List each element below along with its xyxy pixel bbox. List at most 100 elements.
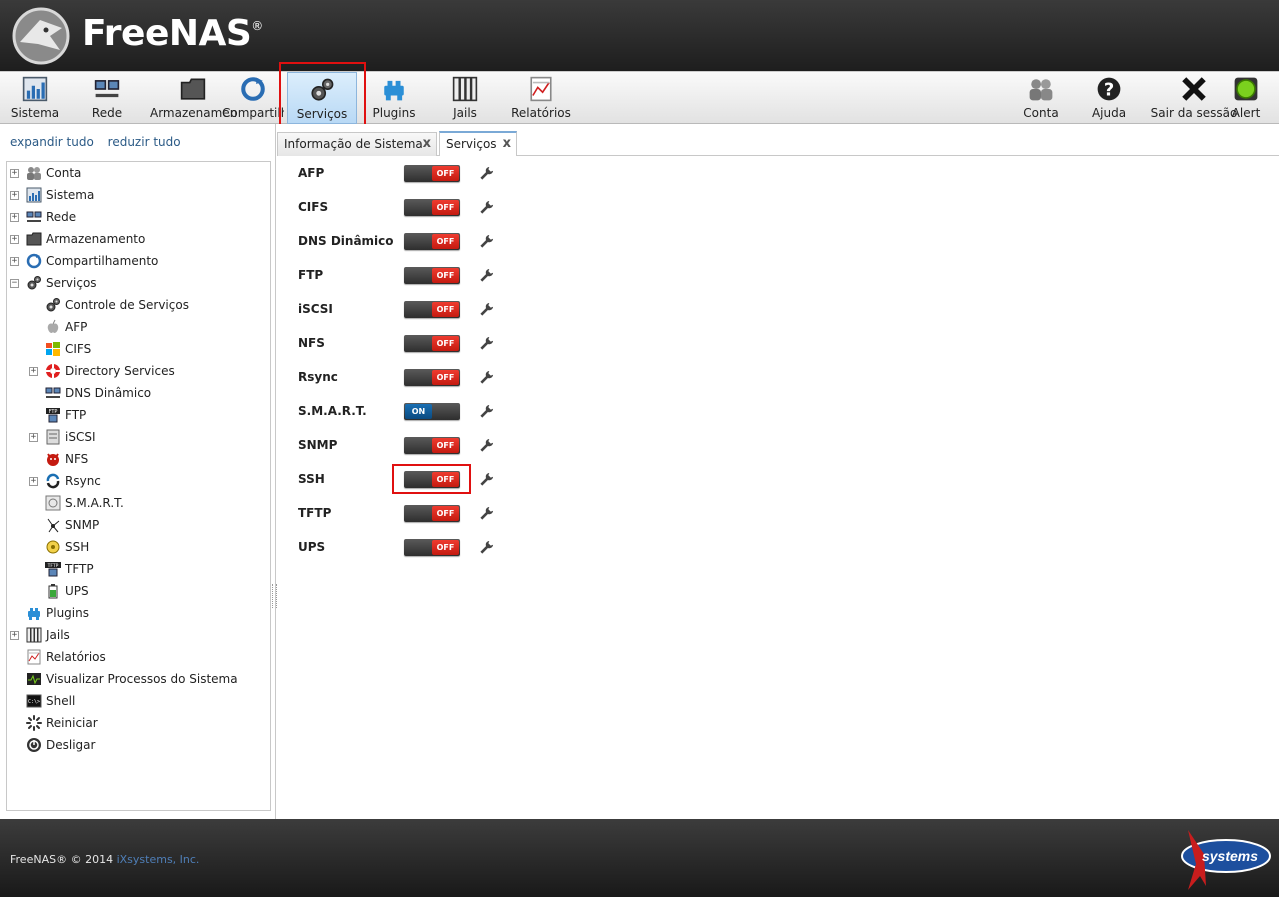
tree-item[interactable]: AFP [7, 317, 269, 337]
service-name: SSH [298, 472, 325, 486]
expand-toggle[interactable]: + [10, 191, 19, 200]
tree-item[interactable]: TFTP TFTP [7, 559, 269, 579]
tree-item[interactable]: FTP FTP [7, 405, 269, 425]
tree-item[interactable]: CIFS [7, 339, 269, 359]
wrench-icon[interactable] [479, 540, 494, 555]
wrench-icon[interactable] [479, 370, 494, 385]
service-toggle[interactable]: OFF [404, 301, 460, 318]
tree-item[interactable]: + Armazenamento [7, 229, 269, 249]
close-icon[interactable]: x [503, 133, 511, 155]
toolbar-alert-button[interactable]: Alert [1224, 72, 1268, 124]
tree-item[interactable]: Desligar [7, 735, 269, 755]
collapse-all-link[interactable]: reduzir tudo [108, 135, 181, 149]
tree-item[interactable]: + Sistema [7, 185, 269, 205]
wrench-icon[interactable] [479, 234, 494, 249]
service-toggle[interactable]: ON [404, 403, 460, 420]
main-toolbar: SistemaRedeArmazenamentoCompartilhamento… [0, 71, 1279, 124]
tree-item-label: Relatórios [46, 650, 106, 664]
tree-item[interactable]: + Directory Services [7, 361, 269, 381]
tree-item[interactable]: C:\> Shell [7, 691, 269, 711]
service-row: Rsync OFF [277, 367, 677, 389]
expand-toggle[interactable]: + [10, 169, 19, 178]
tab-informacao-de-sistema[interactable]: Informação de Sistema x [277, 132, 437, 156]
toolbar-sistema-button[interactable]: Sistema [4, 72, 66, 124]
tree-item-label: Sistema [46, 188, 95, 202]
service-toggle[interactable]: OFF [404, 471, 460, 488]
tree-item[interactable]: NFS [7, 449, 269, 469]
expand-toggle[interactable]: + [10, 213, 19, 222]
expand-toggle[interactable]: + [10, 235, 19, 244]
expand-all-link[interactable]: expandir tudo [10, 135, 94, 149]
service-toggle[interactable]: OFF [404, 437, 460, 454]
services-panel: AFP OFF CIFS OFF DNS Dinâmico OFF FTP OFF iSCSI O… [277, 156, 1279, 819]
tree-item[interactable]: + Compartilhamento [7, 251, 269, 271]
wrench-icon[interactable] [479, 166, 494, 181]
expand-toggle[interactable]: + [29, 433, 38, 442]
tree-item-label: DNS Dinâmico [65, 386, 152, 400]
gears-icon [311, 78, 334, 101]
tree-item[interactable]: Plugins [7, 603, 269, 623]
service-toggle[interactable]: OFF [404, 335, 460, 352]
service-toggle[interactable]: OFF [404, 199, 460, 216]
service-toggle[interactable]: OFF [404, 369, 460, 386]
jail-icon [452, 76, 478, 102]
tree-item-label: TFTP [65, 562, 94, 576]
service-toggle[interactable]: OFF [404, 505, 460, 522]
wrench-icon[interactable] [479, 336, 494, 351]
tree-item-label: Rsync [65, 474, 101, 488]
wrench-icon[interactable] [479, 506, 494, 521]
tree-item[interactable]: + Conta [7, 163, 269, 183]
expand-toggle[interactable]: + [29, 367, 38, 376]
tree-item-label: Rede [46, 210, 77, 224]
sync-icon [46, 473, 60, 489]
tree-item[interactable]: Visualizar Processos do Sistema [7, 669, 269, 689]
company-link[interactable]: iXsystems, Inc. [117, 853, 200, 866]
toolbar-ajuda-button[interactable]: ? Ajuda [1084, 72, 1134, 124]
tree-item-label: Directory Services [65, 364, 175, 378]
tree-item[interactable]: SSH [7, 537, 269, 557]
toolbar-compartilhamento-button[interactable]: Compartilhamento [222, 72, 284, 124]
tree-item[interactable]: + Rsync [7, 471, 269, 491]
service-toggle[interactable]: OFF [404, 539, 460, 556]
wrench-icon[interactable] [479, 268, 494, 283]
reboot-spinner-icon [26, 715, 42, 731]
tree-item[interactable]: UPS [7, 581, 269, 601]
toolbar-jails-button[interactable]: Jails [437, 72, 493, 124]
wrench-icon[interactable] [479, 200, 494, 215]
expand-toggle[interactable]: + [10, 631, 19, 640]
wrench-icon[interactable] [479, 438, 494, 453]
service-toggle[interactable]: OFF [404, 267, 460, 284]
tree-item[interactable]: + Jails [7, 625, 269, 645]
toolbar-servicos-button[interactable]: Serviços [287, 72, 357, 124]
wrench-icon[interactable] [479, 404, 494, 419]
toolbar-rede-button[interactable]: Rede [82, 72, 132, 124]
svg-text:TFTP: TFTP [47, 563, 59, 569]
collapse-toggle[interactable]: − [10, 279, 19, 288]
toolbar-plugins-button[interactable]: Plugins [362, 72, 426, 124]
wrench-icon[interactable] [479, 472, 494, 487]
tree-item[interactable]: + Rede [7, 207, 269, 227]
service-toggle[interactable]: OFF [404, 165, 460, 182]
toolbar-conta-button[interactable]: Conta [1016, 72, 1066, 124]
toolbar-button-label: Compartilhamento [222, 106, 284, 120]
ixsystems-logo-icon: systems [1181, 830, 1271, 890]
tftp-icon: TFTP [45, 562, 61, 577]
expand-toggle[interactable]: + [10, 257, 19, 266]
tree-item[interactable]: DNS Dinâmico [7, 383, 269, 403]
toolbar-relatorios-button[interactable]: Relatórios [505, 72, 577, 124]
tree-item[interactable]: − Serviços [7, 273, 269, 293]
tree-item[interactable]: Controle de Serviços [7, 295, 269, 315]
tree-item[interactable]: S.M.A.R.T. [7, 493, 269, 513]
tree-item[interactable]: Relatórios [7, 647, 269, 667]
wrench-icon[interactable] [479, 302, 494, 317]
tab-servicos[interactable]: Serviços x [439, 131, 517, 156]
tree-item[interactable]: SNMP [7, 515, 269, 535]
close-icon[interactable]: x [423, 133, 431, 155]
tree-item[interactable]: Reiniciar [7, 713, 269, 733]
service-name: NFS [298, 336, 325, 350]
service-toggle[interactable]: OFF [404, 233, 460, 250]
service-row: NFS OFF [277, 333, 677, 355]
expand-toggle[interactable]: + [29, 477, 38, 486]
toolbar-button-label: Jails [453, 106, 477, 120]
tree-item[interactable]: + iSCSI [7, 427, 269, 447]
